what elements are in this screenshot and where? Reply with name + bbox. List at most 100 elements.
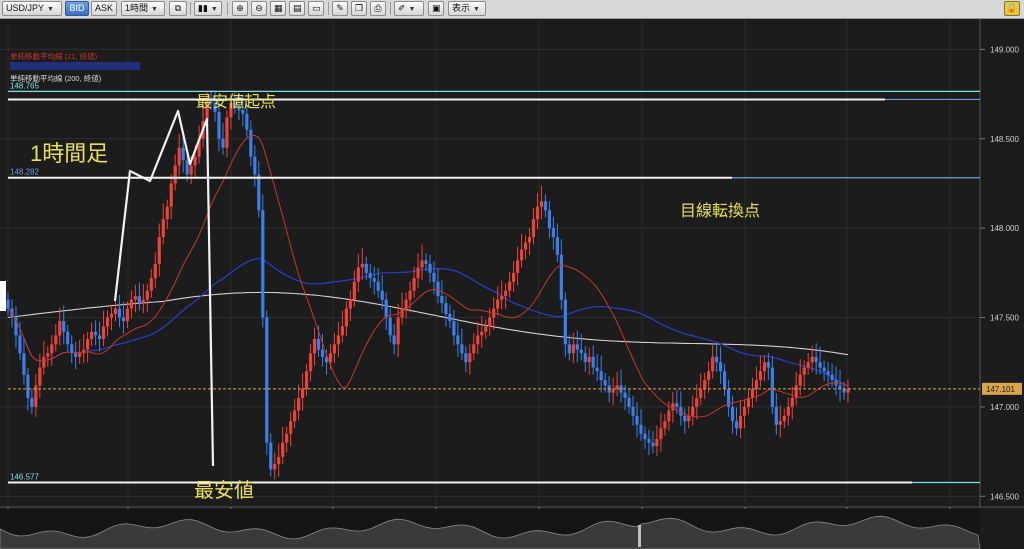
- candle-body: [814, 356, 818, 363]
- candle-body: [18, 335, 22, 354]
- candle-body: [472, 344, 476, 354]
- candle-body: [90, 331, 94, 339]
- candle-body: [105, 317, 110, 327]
- candle-body: [631, 406, 635, 416]
- save-icon[interactable]: ⎙: [370, 1, 386, 16]
- candle-body: [719, 362, 723, 372]
- candle-body: [133, 296, 137, 300]
- candle-body: [715, 356, 719, 363]
- candle-body: [388, 317, 392, 336]
- candle-body: [225, 117, 229, 148]
- bid-button[interactable]: BID: [65, 1, 89, 16]
- chart-type-bar-icon[interactable]: ▮▮ ▼: [194, 1, 222, 16]
- timeframe-select[interactable]: 1時間 ▼: [121, 1, 165, 16]
- candle-body: [109, 313, 114, 318]
- candle-body: [484, 326, 488, 332]
- candle-body: [344, 308, 348, 327]
- candle-body: [488, 317, 492, 327]
- candle-body: [810, 356, 814, 363]
- candle-body: [26, 374, 30, 398]
- candle-body: [639, 424, 643, 434]
- candle-body: [121, 317, 126, 322]
- candle-body: [774, 406, 778, 425]
- price-tick-label: 148.500: [990, 135, 1019, 144]
- navigator-handle[interactable]: [638, 525, 641, 547]
- draw-delete-icon[interactable]: ✎: [332, 1, 348, 16]
- candle-body: [293, 410, 297, 422]
- candle-body: [452, 321, 456, 336]
- candle-body: [245, 113, 249, 130]
- chevron-down-icon: ▼: [473, 6, 480, 13]
- annotation-low: 最安値: [194, 479, 254, 502]
- candle-body: [770, 367, 774, 407]
- zoom-out-icon[interactable]: ⊖: [251, 1, 267, 16]
- grid-icon[interactable]: ▦: [270, 1, 286, 16]
- copy-icon[interactable]: ❐: [351, 1, 367, 16]
- candle-body: [316, 338, 321, 350]
- candle-body: [22, 353, 26, 375]
- candle-body: [511, 272, 516, 282]
- candle-body: [826, 371, 830, 375]
- candle-body: [738, 415, 743, 429]
- link-icon[interactable]: ⧉: [169, 1, 187, 16]
- price-tick-label: 148.000: [990, 224, 1019, 233]
- candle-body: [320, 349, 325, 357]
- candle-body: [758, 371, 763, 381]
- candle-body: [300, 389, 305, 398]
- candle-body: [543, 201, 548, 211]
- scroll-handle[interactable]: [0, 281, 6, 311]
- candle-body: [336, 335, 341, 345]
- candle-body: [699, 389, 703, 398]
- toolbar: USD/JPY ▼ BID ASK 1時間 ▼ ⧉ ▮▮ ▼ ⊕ ⊖ ▦ ▤ ▭ ✎ …: [0, 0, 1024, 19]
- window-icon[interactable]: ▭: [308, 1, 324, 16]
- candle-body: [308, 353, 313, 372]
- candle-body: [58, 321, 62, 336]
- candle-body: [742, 406, 747, 416]
- candle-body: [408, 290, 412, 300]
- candle-body: [101, 326, 106, 339]
- candle-body: [181, 147, 185, 161]
- candle-body: [249, 129, 253, 157]
- symbol-select[interactable]: USD/JPY ▼: [2, 1, 62, 16]
- candle-body: [539, 201, 544, 207]
- toolbar-divider: [390, 2, 391, 15]
- candle-body: [169, 183, 173, 207]
- candle-body: [551, 228, 556, 238]
- candle-body: [62, 321, 66, 332]
- candle-body: [448, 313, 452, 322]
- candle-body: [392, 335, 396, 345]
- candle-body: [253, 156, 257, 175]
- candle-body: [360, 263, 364, 268]
- candle-body: [691, 406, 695, 416]
- candle-body: [707, 371, 711, 381]
- candle-body: [352, 281, 356, 300]
- lock-icon[interactable]: 🔒: [1004, 1, 1020, 16]
- candle-body: [798, 374, 802, 386]
- chevron-down-icon: ▼: [151, 6, 158, 13]
- candle-body: [647, 439, 651, 443]
- candle-body: [587, 356, 591, 363]
- candle-body: [563, 299, 567, 345]
- display-menu[interactable]: 表示 ▼: [448, 1, 486, 16]
- candle-body: [74, 353, 78, 357]
- candle-body: [424, 260, 428, 264]
- candle-body: [695, 397, 699, 407]
- candle-body: [38, 367, 42, 386]
- zoom-in-icon[interactable]: ⊕: [232, 1, 248, 16]
- candle-body: [376, 281, 380, 291]
- pen-tool-icon[interactable]: ✐ ▼: [394, 1, 424, 16]
- candle-body: [830, 374, 834, 381]
- fit-icon[interactable]: ▤: [289, 1, 305, 16]
- candle-body: [508, 281, 512, 291]
- candle-body: [675, 403, 679, 407]
- candle-body: [86, 338, 90, 350]
- candle-body: [93, 331, 98, 336]
- ask-button[interactable]: ASK: [91, 1, 117, 16]
- candle-body: [766, 362, 770, 368]
- candle-body: [730, 406, 735, 422]
- candle-body: [440, 296, 444, 304]
- price-chart[interactable]: 149.000 148.500 148.000 147.500 147.000 146.5…: [0, 19, 1024, 549]
- screenshot-icon[interactable]: ▣: [428, 1, 444, 16]
- display-label: 表示: [452, 3, 471, 13]
- candle-body: [762, 362, 766, 372]
